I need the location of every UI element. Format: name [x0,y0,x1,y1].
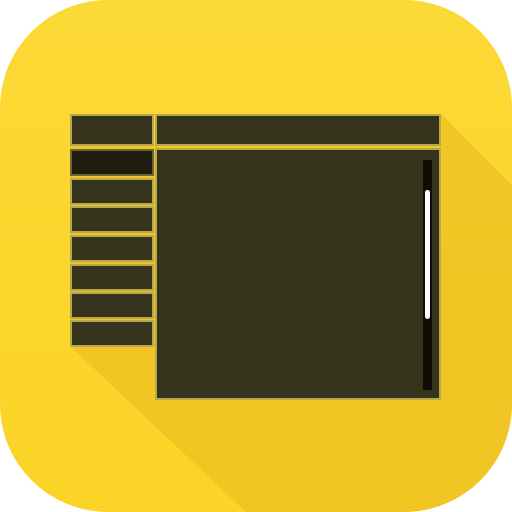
sidebar-item[interactable] [70,178,154,205]
app-icon-canvas [0,0,512,512]
window-titlebar [155,114,441,146]
sidebar-item[interactable] [70,264,154,291]
scrollbar-thumb[interactable] [425,190,430,319]
main-content-pane [155,148,441,400]
sidebar-item[interactable] [70,292,154,319]
sidebar-item-selected[interactable] [70,149,154,176]
scrollbar-track[interactable] [423,160,432,390]
sidebar-header [70,114,154,146]
sidebar-item[interactable] [70,206,154,233]
window-layout-icon[interactable] [0,0,512,512]
sidebar-item[interactable] [70,235,154,262]
sidebar-item[interactable] [70,320,154,347]
